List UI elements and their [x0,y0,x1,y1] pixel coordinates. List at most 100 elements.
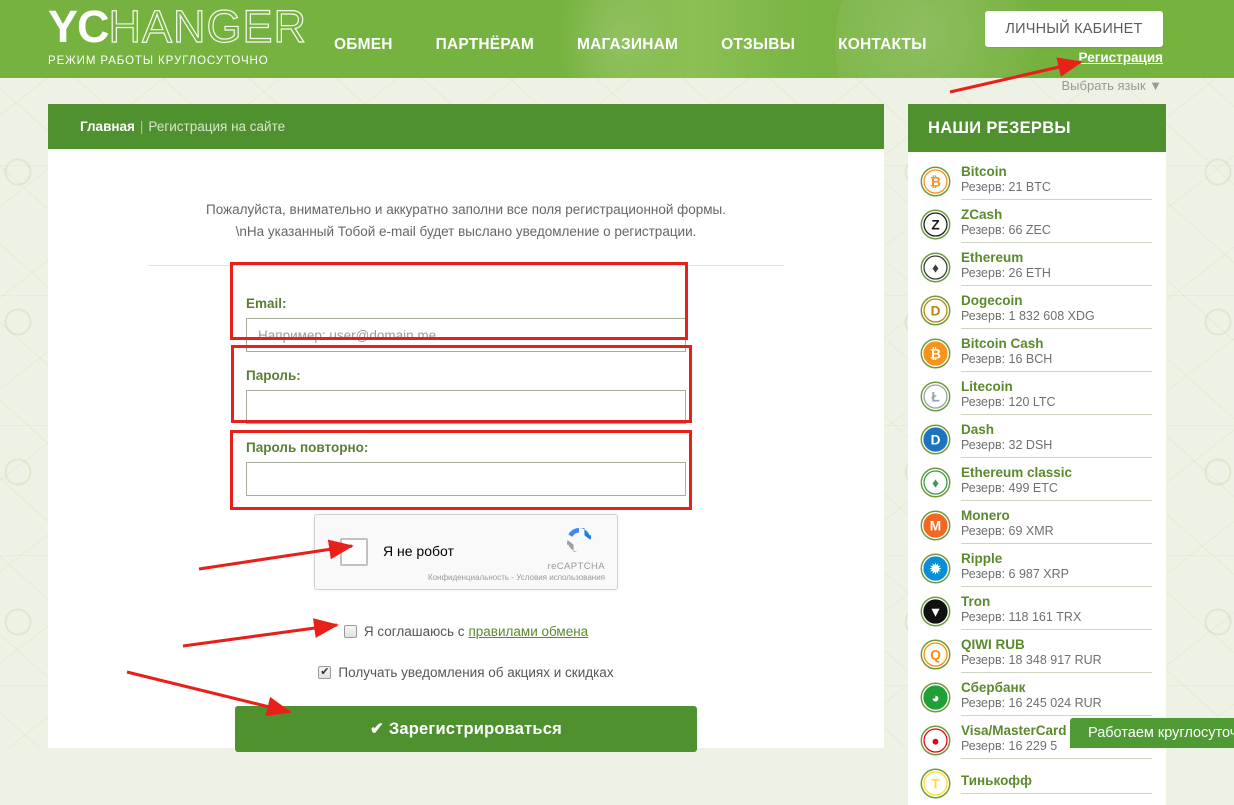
promo-checkbox[interactable]: ✔ [318,666,332,679]
reserve-name: Bitcoin Cash [961,335,1044,351]
reserve-name: Dogecoin [961,292,1023,308]
breadcrumb-home-link[interactable]: Главная [80,119,135,134]
litecoin-icon: Ł [920,381,951,412]
reserve-row: Т Тинькофф [920,762,1152,805]
reserve-row: ₿ Bitcoin Резерв: 21 BTC [920,160,1152,203]
reserve-amount: Резерв: 16 BCH [961,351,1053,366]
reserve-row: M Monero Резерв: 69 XMR [920,504,1152,547]
promo-row: ✔ Получать уведомления об акциях и скидк… [48,665,884,680]
password-input[interactable] [246,390,686,424]
reserve-amount: Резерв: 16 245 024 RUR [961,695,1102,710]
agree-checkbox[interactable] [343,625,357,638]
svg-text:◕: ◕ [931,690,939,705]
visa-mc-icon: ● [920,725,951,756]
register-submit-button[interactable]: ✔ Зарегистрироваться [235,706,697,752]
breadcrumb: Главная | Регистрация на сайте [48,104,884,149]
reserve-text: Ethereum classic Резерв: 499 ETC [961,465,1152,501]
reserve-row: Ł Litecoin Резерв: 120 LTC [920,375,1152,418]
dash-icon: D [920,424,951,455]
nav-item-reviews[interactable]: ОТЗЫВЫ [721,36,795,54]
language-picker[interactable]: Выбрать язык ▼ [1062,78,1162,93]
zcash-icon: Z [920,209,951,240]
reserve-row: ◕ Сбербанк Резерв: 16 245 024 RUR [920,676,1152,719]
email-input[interactable] [246,318,686,352]
email-field-group: Email: [246,296,686,352]
intro-line-1: Пожалуйста, внимательно и аккуратно запо… [205,202,727,217]
svg-text:D: D [931,303,941,318]
password-field-group: Пароль: [246,368,686,424]
bitcoin-icon: ₿ [920,166,951,197]
recaptcha-checkbox[interactable] [340,538,368,566]
logo-primary-text: YC [48,1,110,52]
reserve-row: Q QIWI RUB Резерв: 18 348 917 RUR [920,633,1152,676]
check-icon: ✔ [370,720,385,738]
ethclassic-icon: ♦ [920,467,951,498]
personal-cabinet-button[interactable]: ЛИЧНЫЙ КАБИНЕТ [985,11,1163,47]
recaptcha-widget[interactable]: Я не робот reCAPTCHA Конфиденциальность … [314,514,618,590]
reserve-row: ₿ Bitcoin Cash Резерв: 16 BCH [920,332,1152,375]
reserve-text: Litecoin Резерв: 120 LTC [961,379,1152,415]
reserve-name: Сбербанк [961,679,1026,695]
nav-item-exchange[interactable]: ОБМЕН [334,36,393,54]
reserve-name: Ethereum classic [961,464,1073,480]
reserve-row: D Dash Резерв: 32 DSH [920,418,1152,461]
reserve-name: QIWI RUB [961,636,1025,652]
agree-row: Я соглашаюсь с правилами обмена [48,624,884,639]
reserve-name: Tron [961,593,991,609]
register-submit-label: Зарегистрироваться [388,720,562,738]
site-header: YCHANGER РЕЖИМ РАБОТЫ КРУГЛОСУТОЧНО ОБМЕ… [0,0,1234,78]
reserve-amount: Резерв: 1 832 608 XDG [961,308,1095,323]
reserves-panel: НАШИ РЕЗЕРВЫ ₿ Bitcoin Резерв: 21 BTC Z ZCas… [908,104,1166,805]
nav-item-shops[interactable]: МАГАЗИНАМ [577,36,678,54]
monero-icon: M [920,510,951,541]
reserve-name: Litecoin [961,378,1013,394]
reserve-text: Ripple Резерв: 6 987 XRP [961,551,1152,587]
reserve-name: Bitcoin [961,163,1007,179]
reserve-row: ♦ Ethereum Резерв: 26 ETH [920,246,1152,289]
exchange-rules-link[interactable]: правилами обмена [468,624,588,639]
reserve-text: Bitcoin Cash Резерв: 16 BCH [961,336,1152,372]
reserve-amount: Резерв: 120 LTC [961,394,1056,409]
site-logo[interactable]: YCHANGER РЕЖИМ РАБОТЫ КРУГЛОСУТОЧНО [48,1,307,67]
reserve-row: ▼ Tron Резерв: 118 161 TRX [920,590,1152,633]
registration-form: Email: Пароль: Пароль повторно: Я не роб… [48,266,884,752]
main-navigation: ОБМЕН ПАРТНЁРАМ МАГАЗИНАМ ОТЗЫВЫ КОНТАКТ… [334,36,927,54]
reserve-name: Ethereum [961,249,1024,265]
reserve-amount: Резерв: 499 ETC [961,480,1058,495]
ethereum-icon: ♦ [920,252,951,283]
reserve-name: Dash [961,421,995,437]
nav-item-contacts[interactable]: КОНТАКТЫ [838,36,927,54]
svg-text:Ł: Ł [931,389,939,404]
reserve-text: Сбербанк Резерв: 16 245 024 RUR [961,680,1152,716]
reserve-text: Dash Резерв: 32 DSH [961,422,1152,458]
password-label: Пароль: [246,368,301,383]
reserve-amount: Резерв: 18 348 917 RUR [961,652,1102,667]
reserve-amount: Резерв: 21 BTC [961,179,1051,194]
svg-text:▼: ▼ [929,604,943,619]
dogecoin-icon: D [920,295,951,326]
svg-text:♦: ♦ [932,260,939,275]
reserve-name: Monero [961,507,1010,523]
reserve-text: Tron Резерв: 118 161 TRX [961,594,1152,630]
nav-item-partners[interactable]: ПАРТНЁРАМ [436,36,534,54]
promo-check-mark: ✔ [320,666,330,678]
intro-text: Пожалуйста, внимательно и аккуратно запо… [48,149,884,266]
password-repeat-field-group: Пароль повторно: [246,440,686,496]
reserves-title: НАШИ РЕЗЕРВЫ [908,104,1166,152]
bitcoincash-icon: ₿ [920,338,951,369]
agree-label: Я соглашаюсь с [363,624,465,639]
reserve-row: D Dogecoin Резерв: 1 832 608 XDG [920,289,1152,332]
tron-icon: ▼ [920,596,951,627]
svg-text:Q: Q [930,647,941,662]
qiwi-icon: Q [920,639,951,670]
email-label: Email: [246,296,287,311]
svg-text:Z: Z [931,217,939,232]
reserve-amount: Резерв: 66 ZEC [961,222,1051,237]
reserve-text: ZCash Резерв: 66 ZEC [961,207,1152,243]
reserve-text: Ethereum Резерв: 26 ETH [961,250,1152,286]
reserve-amount: Резерв: 118 161 TRX [961,609,1082,624]
reserve-text: QIWI RUB Резерв: 18 348 917 RUR [961,637,1152,673]
password-repeat-input[interactable] [246,462,686,496]
svg-text:✹: ✹ [929,561,943,576]
register-link[interactable]: Регистрация [1079,50,1163,65]
